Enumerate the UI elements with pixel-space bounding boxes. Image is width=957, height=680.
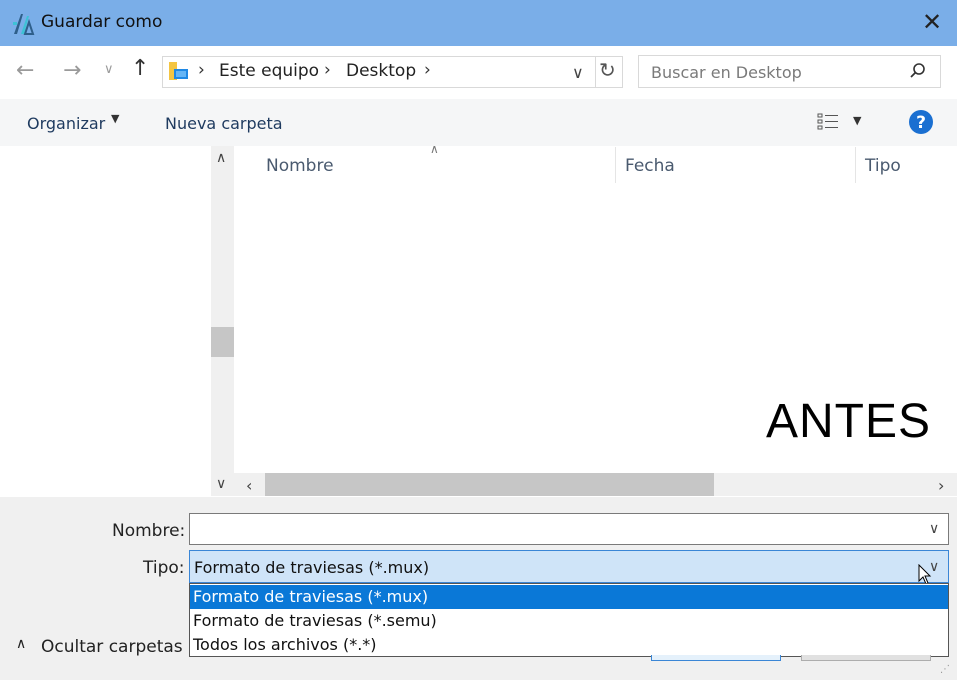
close-icon[interactable]: ✕ bbox=[918, 8, 946, 36]
details-view-icon[interactable] bbox=[817, 112, 839, 132]
svg-text:?: ? bbox=[916, 113, 926, 133]
column-divider[interactable] bbox=[855, 147, 856, 183]
navigation-pane[interactable] bbox=[0, 146, 211, 496]
app-logo-icon bbox=[13, 14, 35, 35]
breadcrumb-desktop[interactable]: Desktop bbox=[346, 61, 416, 81]
address-divider bbox=[595, 57, 596, 87]
forward-arrow-icon[interactable]: → bbox=[63, 58, 81, 83]
new-folder-button[interactable]: Nueva carpeta bbox=[165, 114, 283, 133]
address-history-chevron-icon[interactable]: ∨ bbox=[572, 63, 584, 82]
refresh-icon[interactable]: ↻ bbox=[599, 58, 616, 82]
file-type-value: Formato de traviesas (*.mux) bbox=[194, 558, 430, 577]
breadcrumb-separator: › bbox=[198, 60, 205, 80]
column-header-name[interactable]: Nombre bbox=[266, 156, 334, 176]
file-type-option[interactable]: Todos los archivos (*.*) bbox=[190, 633, 948, 657]
sort-ascending-icon: ∧ bbox=[430, 142, 439, 156]
file-name-input[interactable] bbox=[189, 513, 949, 545]
save-button[interactable] bbox=[651, 655, 781, 661]
resize-grip-icon[interactable]: ⋰ bbox=[940, 664, 950, 675]
organize-button[interactable]: Organizar bbox=[27, 114, 105, 133]
help-icon[interactable]: ? bbox=[908, 109, 934, 135]
column-divider[interactable] bbox=[615, 147, 616, 183]
chevron-down-icon[interactable]: ∨ bbox=[104, 62, 114, 77]
file-type-label: Tipo: bbox=[143, 558, 185, 578]
column-header-type[interactable]: Tipo bbox=[865, 156, 901, 176]
scroll-up-icon[interactable]: ∧ bbox=[216, 150, 226, 166]
navigation-scroll-thumb[interactable] bbox=[211, 327, 234, 357]
column-header-date[interactable]: Fecha bbox=[625, 156, 675, 176]
file-type-option[interactable]: Formato de traviesas (*.semu) bbox=[190, 609, 948, 633]
scroll-right-icon[interactable]: › bbox=[938, 476, 944, 495]
chevron-up-icon[interactable]: ∧ bbox=[16, 636, 26, 652]
breadcrumb-separator: › bbox=[324, 60, 331, 80]
file-type-option[interactable]: Formato de traviesas (*.mux) bbox=[190, 585, 948, 609]
window-title: Guardar como bbox=[41, 12, 163, 32]
watermark-label: ANTES bbox=[766, 395, 932, 448]
breadcrumb-separator: › bbox=[424, 60, 431, 80]
command-bar bbox=[0, 99, 957, 146]
hide-folders-button[interactable]: Ocultar carpetas bbox=[41, 637, 183, 657]
back-arrow-icon[interactable]: ← bbox=[16, 58, 34, 83]
file-name-dropdown-icon[interactable]: ∨ bbox=[929, 521, 939, 537]
scroll-left-icon[interactable]: ‹ bbox=[246, 476, 252, 495]
cancel-button[interactable] bbox=[801, 655, 931, 661]
organize-dropdown-icon[interactable]: ▼ bbox=[111, 112, 119, 125]
file-name-label: Nombre: bbox=[112, 521, 186, 541]
navigation-scrollbar[interactable] bbox=[211, 146, 234, 496]
horizontal-scroll-thumb[interactable] bbox=[265, 473, 714, 496]
breadcrumb-este-equipo[interactable]: Este equipo bbox=[219, 61, 319, 81]
up-arrow-icon[interactable]: ↑ bbox=[131, 56, 149, 81]
search-input[interactable]: Buscar en Desktop bbox=[651, 63, 802, 82]
folder-desktop-icon bbox=[169, 62, 188, 80]
view-options-dropdown-icon[interactable]: ▼ bbox=[853, 114, 861, 127]
scroll-down-icon[interactable]: ∨ bbox=[216, 476, 226, 492]
search-icon[interactable] bbox=[909, 62, 927, 80]
